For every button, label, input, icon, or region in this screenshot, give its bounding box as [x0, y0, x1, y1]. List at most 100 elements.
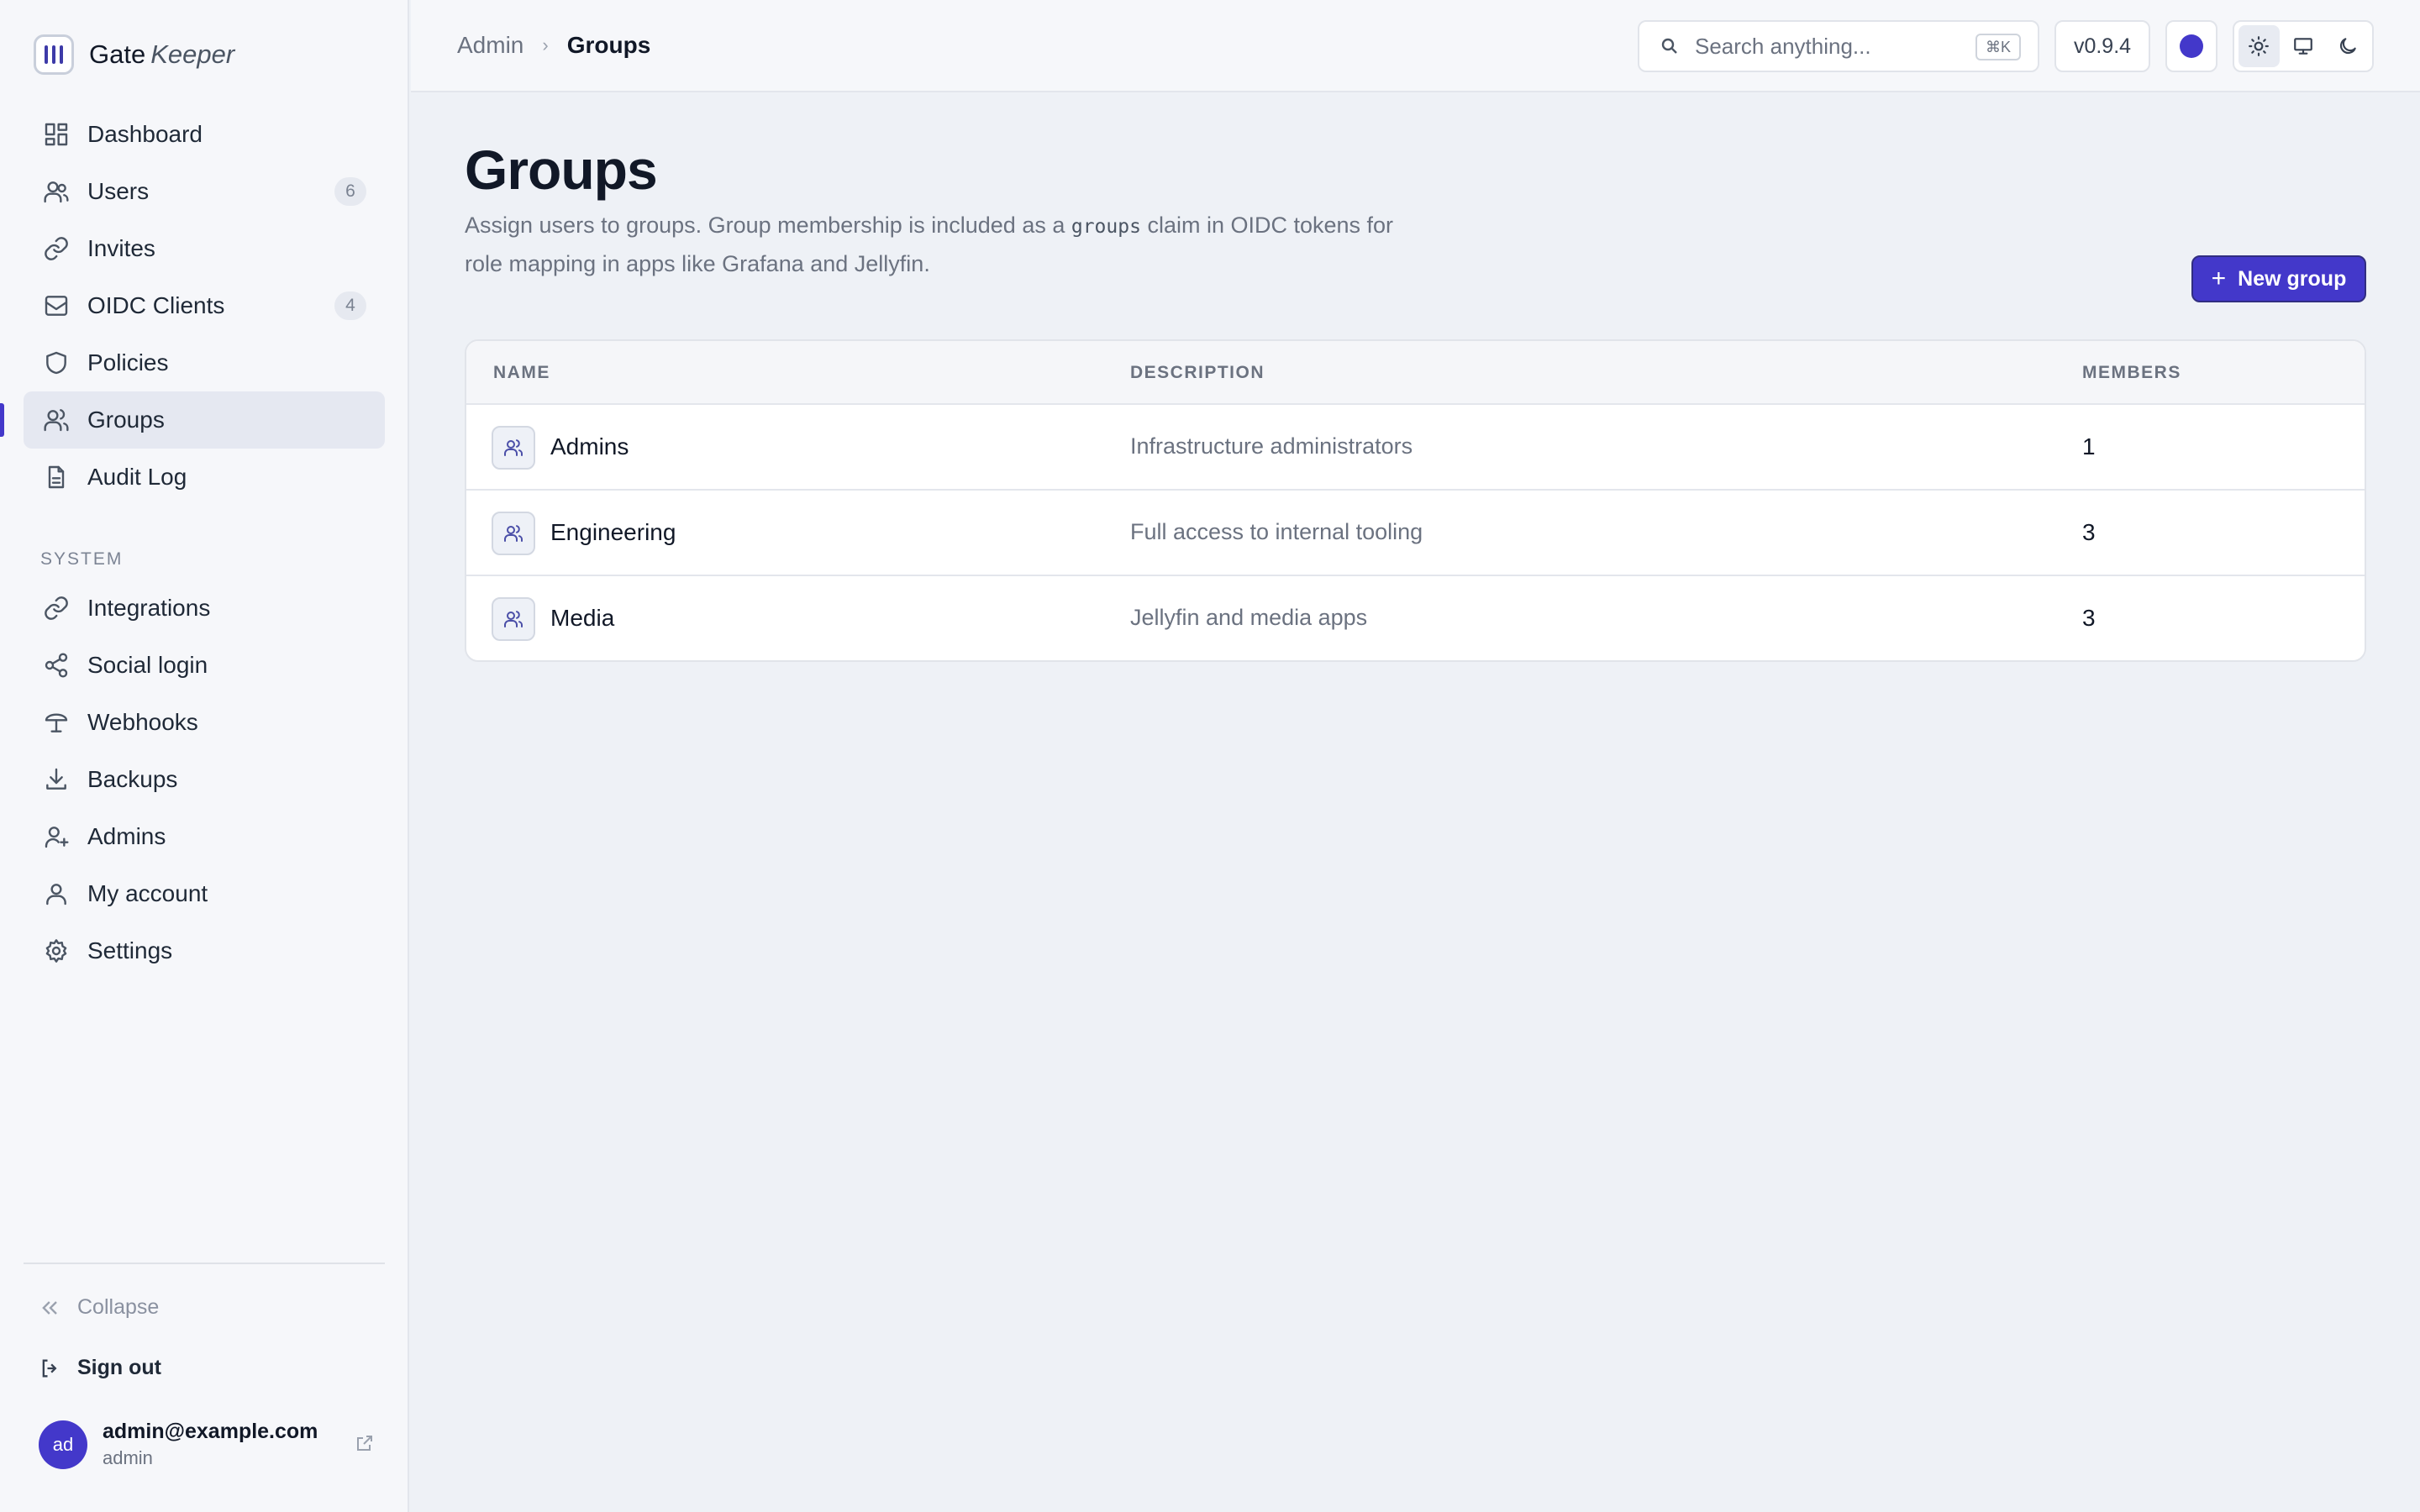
users-icon [42, 406, 71, 434]
system-nav: Integrations Social login Webhooks Backu… [24, 580, 385, 979]
chevrons-left-icon [42, 1300, 57, 1315]
collapse-label: Collapse [77, 1295, 160, 1319]
collapse-button[interactable]: Collapse [39, 1295, 159, 1320]
sidebar-item-groups[interactable]: Groups [0, 391, 385, 449]
group-name[interactable]: Media [550, 605, 614, 632]
accent-color-button[interactable] [2165, 20, 2217, 72]
sidebar-item-label: Social login [87, 652, 208, 678]
sidebar-divider [24, 1263, 385, 1264]
sidebar-item-policies[interactable]: Policies [24, 334, 385, 391]
sidebar-item-dashboard[interactable]: Dashboard [24, 106, 385, 163]
breadcrumb-current: Groups [566, 32, 651, 58]
group-members-count: 1 [2082, 433, 2096, 459]
sign-out-label: Sign out [77, 1356, 161, 1379]
primary-nav: Dashboard Users 6 Invites OIDC Clients 4… [0, 106, 385, 506]
shortcut-hint: ⌘K [1975, 34, 2021, 60]
sidebar-item-label: Users [87, 178, 150, 204]
table-row[interactable]: Engineering Full access to internal tool… [466, 491, 2365, 576]
table-row[interactable]: Media Jellyfin and media apps 3 [466, 576, 2365, 660]
gear-icon [42, 937, 71, 965]
sidebar-item-label: OIDC Clients [87, 292, 225, 318]
sidebar-item-users[interactable]: Users 6 [24, 163, 385, 220]
group-description: Full access to internal tooling [1130, 519, 1423, 544]
users-icon [42, 177, 71, 206]
document-icon [42, 463, 71, 491]
sidebar: Gate Keeper Dashboard Users 6 Invites OID… [0, 0, 409, 1512]
brand-name-first: Gate [89, 39, 146, 69]
sidebar-item-label: Dashboard [87, 121, 203, 147]
sidebar-item-label: Integrations [87, 595, 211, 621]
share-icon [42, 651, 71, 680]
version-badge[interactable]: v0.9.4 [2054, 20, 2150, 72]
user-card[interactable]: ad admin@example.com admin [39, 1420, 375, 1469]
theme-system-button[interactable] [2283, 25, 2324, 67]
sidebar-item-label: Groups [87, 407, 165, 433]
user-email: admin@example.com [103, 1420, 318, 1443]
brand-name: Gate Keeper [89, 39, 234, 70]
user-plus-icon [42, 822, 71, 851]
search-input[interactable]: Search anything... ⌘K [1638, 20, 2039, 72]
group-icon [492, 597, 535, 641]
search-placeholder: Search anything... [1695, 33, 1871, 59]
theme-light-button[interactable] [2238, 25, 2280, 67]
brand[interactable]: Gate Keeper [34, 34, 234, 76]
breadcrumb-admin[interactable]: Admin [457, 32, 523, 59]
nav-section-system: SYSTEM [40, 549, 124, 569]
table-row[interactable]: Admins Infrastructure administrators 1 [466, 405, 2365, 491]
logo-icon [34, 34, 74, 75]
chevron-right-icon: › [542, 34, 549, 55]
sidebar-item-integrations[interactable]: Integrations [24, 580, 385, 637]
theme-dark-button[interactable] [2327, 25, 2368, 67]
sidebar-item-label: Settings [87, 937, 173, 963]
grid-icon [42, 120, 71, 149]
sidebar-item-my-account[interactable]: My account [24, 865, 385, 922]
sidebar-item-label: Admins [87, 823, 166, 849]
theme-switcher [2233, 20, 2374, 72]
column-header-description[interactable]: DESCRIPTION [1130, 363, 1265, 383]
webhook-icon [42, 708, 71, 737]
count-badge: 4 [334, 291, 366, 320]
page-title: Groups [465, 139, 658, 201]
group-description: Infrastructure administrators [1130, 433, 1413, 459]
breadcrumb: Admin › Groups [457, 32, 650, 59]
monitor-icon [2294, 38, 2312, 55]
sidebar-item-label: My account [87, 880, 208, 906]
sidebar-item-label: Invites [87, 235, 155, 261]
sidebar-item-admins[interactable]: Admins [24, 808, 385, 865]
table-header: NAME DESCRIPTION MEMBERS [466, 341, 2365, 405]
sidebar-item-invites[interactable]: Invites [24, 220, 385, 277]
main-content: Groups Assign users to groups. Group mem… [411, 94, 2420, 1512]
sidebar-item-audit-log[interactable]: Audit Log [24, 449, 385, 506]
group-name[interactable]: Admins [550, 433, 629, 460]
sidebar-item-social-login[interactable]: Social login [24, 637, 385, 694]
group-name[interactable]: Engineering [550, 519, 676, 546]
page-description: Assign users to groups. Group membership… [465, 207, 1423, 282]
search-icon [1661, 38, 1677, 54]
download-icon [42, 765, 71, 794]
column-header-name[interactable]: NAME [493, 363, 550, 383]
groups-table: NAME DESCRIPTION MEMBERS Admins Infrastr… [465, 339, 2366, 662]
description-text: Assign users to groups. Group membership… [465, 213, 1071, 238]
group-icon [492, 512, 535, 555]
sidebar-item-backups[interactable]: Backups [24, 751, 385, 808]
sidebar-item-settings[interactable]: Settings [24, 922, 385, 979]
accent-dot-icon [2180, 34, 2203, 58]
description-code: groups [1071, 216, 1141, 238]
link-icon [42, 234, 71, 263]
new-group-button[interactable]: + New group [2191, 255, 2366, 302]
brand-name-second: Keeper [150, 39, 235, 69]
count-badge: 6 [334, 177, 366, 206]
group-icon [492, 426, 535, 470]
top-bar: Admin › Groups Search anything... ⌘K v0.… [411, 0, 2420, 92]
sidebar-item-label: Backups [87, 766, 178, 792]
shield-icon [42, 349, 71, 377]
column-header-members[interactable]: MEMBERS [2082, 363, 2181, 383]
group-members-count: 3 [2082, 519, 2096, 545]
new-group-label: New group [2238, 266, 2347, 291]
sign-out-button[interactable]: Sign out [39, 1356, 161, 1380]
sidebar-item-webhooks[interactable]: Webhooks [24, 694, 385, 751]
external-link-icon[interactable] [355, 1433, 375, 1457]
sidebar-item-oidc-clients[interactable]: OIDC Clients 4 [24, 277, 385, 334]
sidebar-item-label: Policies [87, 349, 169, 375]
group-members-count: 3 [2082, 605, 2096, 631]
